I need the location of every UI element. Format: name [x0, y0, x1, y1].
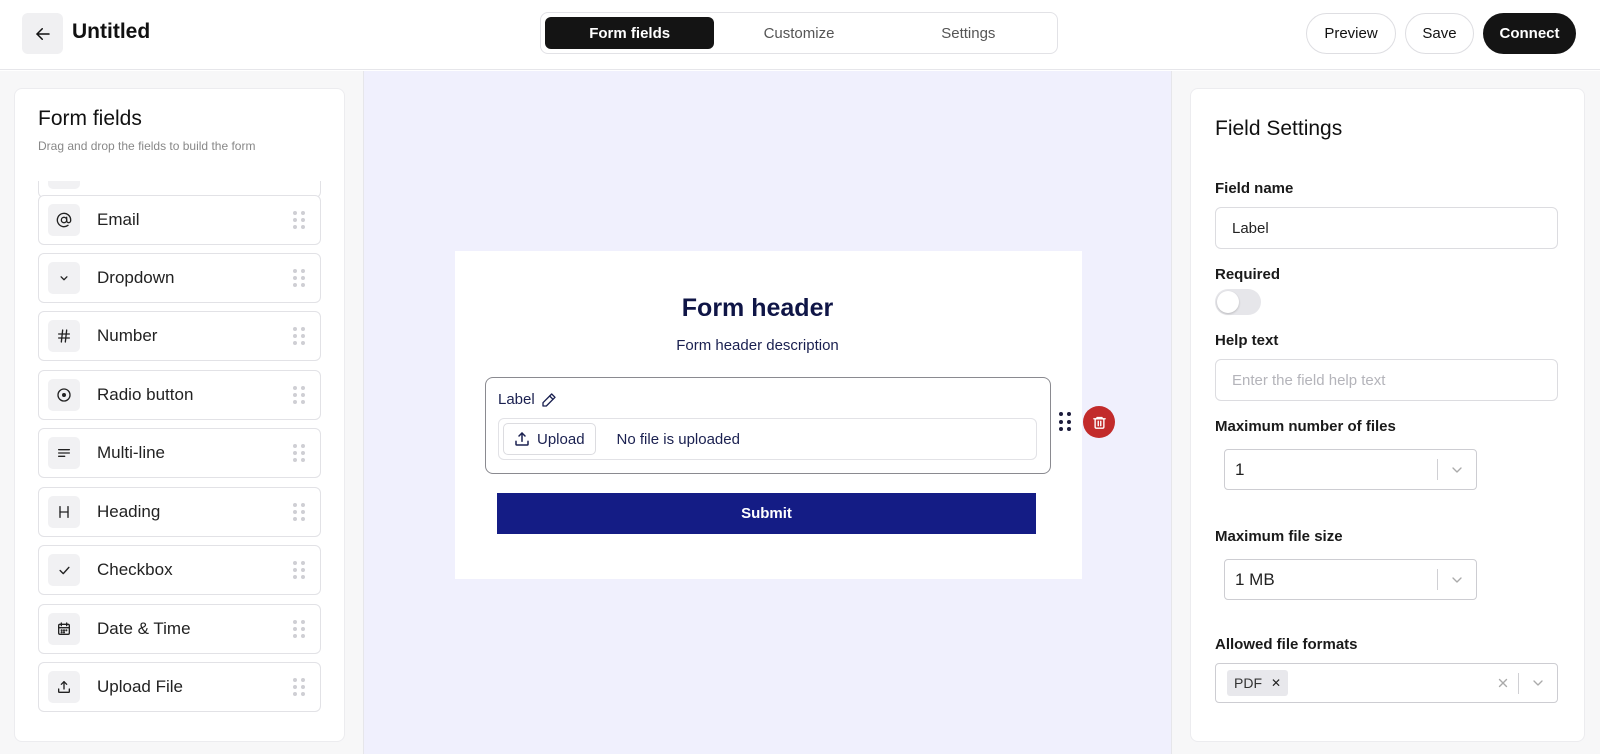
drag-handle-icon[interactable] — [293, 620, 305, 638]
upload-icon — [48, 671, 80, 703]
field-name-input[interactable] — [1215, 207, 1558, 249]
chevron-down-icon[interactable] — [1438, 572, 1476, 588]
top-bar: Untitled Form fields Customize Settings … — [0, 0, 1600, 70]
chevron-down-icon[interactable] — [1519, 675, 1557, 691]
field-item-radio-button[interactable]: Radio button — [38, 370, 321, 420]
drag-handle-icon[interactable] — [1059, 412, 1071, 432]
page-title: Untitled — [72, 20, 151, 43]
required-label: Required — [1215, 266, 1281, 283]
upload-field-block[interactable]: Label Upload No file is uploaded — [485, 377, 1051, 474]
field-item-label: Heading — [97, 502, 161, 521]
toggle-knob — [1217, 291, 1239, 313]
drag-handle-icon[interactable] — [293, 327, 305, 345]
submit-button[interactable]: Submit — [497, 493, 1036, 534]
file-formats-select[interactable]: PDF ✕ — [1215, 663, 1558, 703]
trash-icon — [1092, 416, 1106, 429]
close-icon[interactable]: ✕ — [1271, 676, 1281, 690]
arrow-left-icon — [35, 27, 50, 40]
field-settings-panel: Field Settings Field name Required Help … — [1190, 88, 1585, 742]
chip-label: PDF — [1234, 675, 1262, 691]
right-sidebar: Field Settings Field name Required Help … — [1172, 71, 1600, 754]
upload-icon — [515, 432, 529, 446]
lines-icon — [48, 437, 80, 469]
drag-handle-icon[interactable] — [293, 269, 305, 287]
help-text-label: Help text — [1215, 332, 1279, 349]
form-header[interactable]: Form header — [455, 294, 1060, 323]
drag-handle-icon[interactable] — [293, 678, 305, 696]
field-item-number[interactable]: Number — [38, 311, 321, 361]
upload-status: No file is uploaded — [616, 430, 740, 448]
at-icon — [48, 204, 80, 236]
chevron-down-icon — [48, 262, 80, 294]
max-files-select[interactable]: 1 — [1224, 449, 1477, 490]
field-item-label: Upload File — [97, 677, 183, 696]
heading-icon — [48, 496, 80, 528]
upload-button[interactable]: Upload — [503, 423, 596, 455]
top-actions: Preview Save Connect — [1306, 13, 1576, 54]
drag-handle-icon[interactable] — [293, 503, 305, 521]
field-item-label: Radio button — [97, 385, 194, 404]
select-value: 1 MB — [1235, 569, 1275, 589]
field-item-checkbox[interactable]: Checkbox — [38, 545, 321, 595]
upload-control: Upload No file is uploaded — [498, 418, 1037, 460]
left-sidebar: Form fields Drag and drop the fields to … — [0, 71, 363, 754]
delete-field-button[interactable] — [1083, 406, 1115, 438]
connect-button[interactable]: Connect — [1483, 13, 1576, 54]
field-item-email[interactable]: Email — [38, 195, 321, 245]
max-files-label: Maximum number of files — [1215, 418, 1396, 435]
field-item-label: Checkbox — [97, 560, 173, 579]
upload-button-label: Upload — [537, 430, 585, 448]
calendar-icon — [48, 613, 80, 645]
max-size-label: Maximum file size — [1215, 528, 1343, 545]
max-size-select[interactable]: 1 MB — [1224, 559, 1477, 600]
tab-customize[interactable]: Customize — [714, 17, 883, 49]
check-icon — [48, 554, 80, 586]
form-fields-panel: Form fields Drag and drop the fields to … — [14, 88, 345, 742]
back-button[interactable] — [22, 13, 63, 54]
text-icon — [48, 181, 80, 189]
drag-handle-icon[interactable] — [293, 561, 305, 579]
hash-icon — [48, 320, 80, 352]
tab-form-fields[interactable]: Form fields — [545, 17, 715, 49]
field-item-label: Multi-line — [97, 443, 166, 462]
tab-settings[interactable]: Settings — [884, 17, 1053, 49]
field-item-label: Number — [97, 326, 158, 345]
field-item-date-time[interactable]: Date & Time — [38, 604, 321, 654]
field-item-dropdown[interactable]: Dropdown — [38, 253, 321, 303]
form-description[interactable]: Form header description — [455, 337, 1060, 354]
field-name-label: Field name — [1215, 180, 1294, 197]
drag-handle-icon[interactable] — [293, 211, 305, 229]
pencil-icon[interactable] — [541, 392, 557, 408]
field-item-label: Dropdown — [97, 268, 175, 287]
drag-handle-icon[interactable] — [293, 444, 305, 462]
formats-label: Allowed file formats — [1215, 636, 1358, 653]
required-toggle[interactable] — [1215, 289, 1261, 315]
field-item-heading[interactable]: Heading — [38, 487, 321, 537]
panel-subtitle: Drag and drop the fields to build the fo… — [38, 139, 256, 153]
chevron-down-icon[interactable] — [1438, 462, 1476, 478]
select-value: 1 — [1235, 459, 1245, 479]
radio-icon — [48, 379, 80, 411]
clear-icon[interactable] — [1488, 676, 1518, 690]
panel-title: Form fields — [38, 107, 142, 130]
field-label: Label — [498, 391, 535, 408]
drag-handle-icon[interactable] — [293, 386, 305, 404]
field-item-multi-line[interactable]: Multi-line — [38, 428, 321, 478]
field-item-label: Date & Time — [97, 619, 191, 638]
field-label-row: Label — [498, 391, 557, 408]
save-button[interactable]: Save — [1405, 13, 1474, 54]
format-chip-pdf: PDF ✕ — [1227, 670, 1289, 696]
help-text-input[interactable] — [1215, 359, 1558, 401]
preview-button[interactable]: Preview — [1306, 13, 1396, 54]
tab-bar: Form fields Customize Settings — [540, 12, 1058, 54]
field-palette[interactable]: Email Dropdown Number Radio button Multi… — [38, 181, 322, 741]
panel-title: Field Settings — [1215, 117, 1343, 140]
field-item-label: Email — [97, 210, 140, 229]
form-canvas: Form header Form header description Labe… — [363, 71, 1172, 754]
field-item-upload-file[interactable]: Upload File — [38, 662, 321, 712]
